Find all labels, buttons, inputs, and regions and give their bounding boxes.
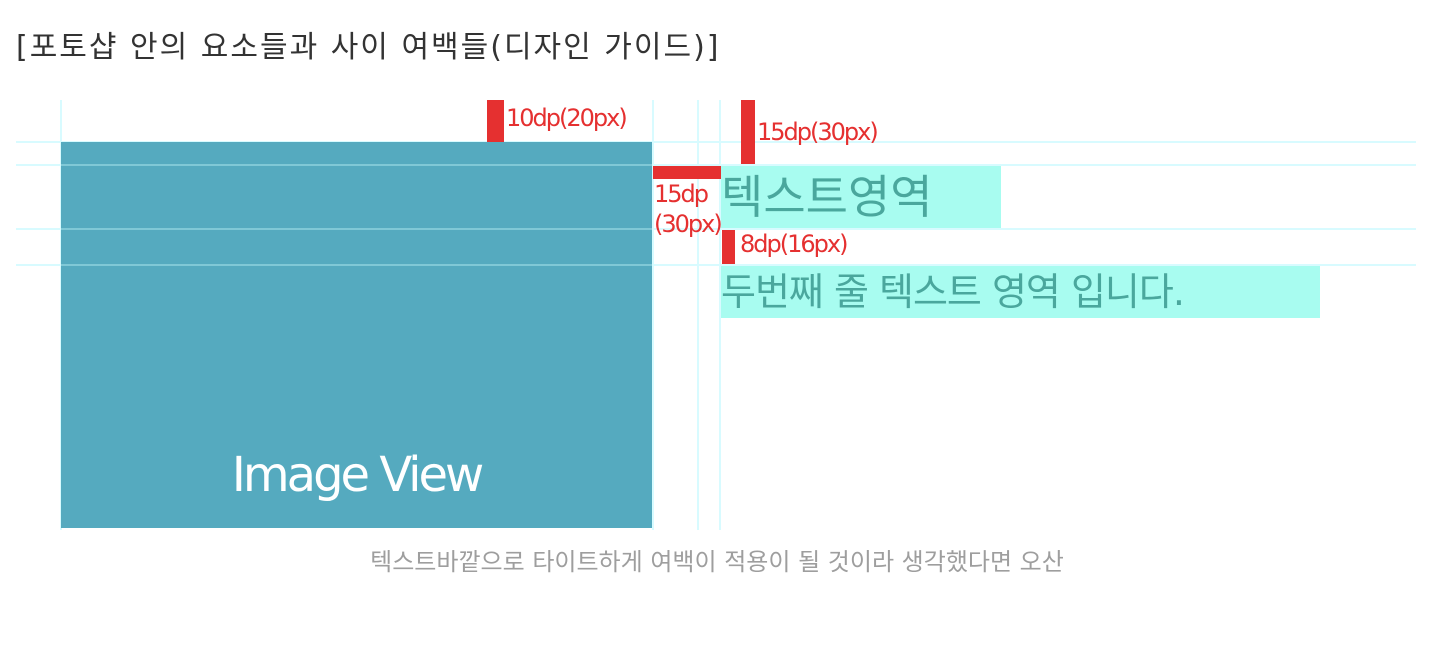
design-guide-figure: Image View 10dp(20px) 15dp(30px) 15dp (3…	[0, 96, 1434, 532]
guide-line-horizontal	[61, 264, 652, 266]
text-top-margin-marker	[741, 100, 755, 164]
left-gap-marker	[653, 166, 721, 179]
page-title: [포토샵 안의 요소들과 사이 여백들(디자인 가이드)]	[16, 30, 721, 65]
left-gap-label-line2: (30px)	[654, 210, 723, 238]
top-margin-label: 10dp(20px)	[506, 104, 628, 132]
line-gap-marker	[722, 230, 735, 264]
figure-caption: 텍스트바깥으로 타이트하게 여백이 적용이 될 것이라 생각했다면 오산	[370, 548, 1064, 576]
guide-line-horizontal	[61, 228, 652, 230]
guide-line-vertical	[697, 100, 699, 530]
text-top-margin-label: 15dp(30px)	[757, 118, 879, 146]
guide-line-vertical	[652, 100, 654, 530]
image-view-label: Image View	[231, 447, 485, 503]
image-view-placeholder: Image View	[61, 142, 652, 528]
top-margin-marker	[487, 100, 504, 142]
text-area-primary: 텍스트영역	[721, 166, 1001, 228]
left-gap-label-line1: 15dp	[654, 180, 709, 208]
line-gap-label: 8dp(16px)	[740, 230, 848, 258]
text-area-secondary: 두번째 줄 텍스트 영역 입니다.	[721, 266, 1320, 318]
guide-line-horizontal	[61, 164, 652, 166]
